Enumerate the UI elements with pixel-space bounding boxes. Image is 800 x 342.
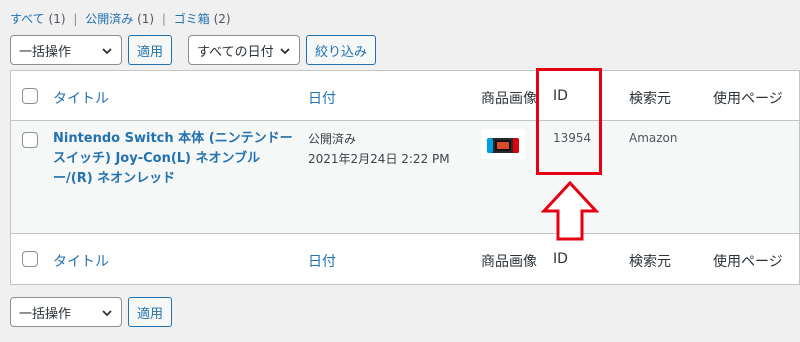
status-filter-links: すべて (1) | 公開済み (1) | ゴミ箱 (2) [10, 10, 231, 27]
column-used-page-header: 使用ページ [713, 91, 783, 107]
filter-trash-label: ゴミ箱 [173, 12, 210, 26]
row-checkbox[interactable] [22, 132, 38, 148]
select-all-checkbox[interactable] [22, 88, 38, 104]
column-source-header: 検索元 [629, 91, 671, 107]
filter-all-link[interactable]: すべて [10, 12, 45, 26]
column-source-footer: 検索元 [629, 254, 671, 270]
column-product-image-header: 商品画像 [481, 91, 537, 107]
chevron-down-icon [102, 310, 112, 317]
row-status: 公開済み [308, 132, 357, 146]
apply-button-top[interactable]: 適用 [128, 35, 172, 65]
row-title-link[interactable]: Nintendo Switch 本体 (ニンテンドースイッチ) Joy-Con(… [53, 129, 293, 189]
chevron-down-icon [280, 48, 290, 55]
date-filter-select-value: すべての日付 [197, 44, 274, 60]
row-date: 2021年2月24日 2:22 PM [308, 152, 450, 166]
table-header-row: タイトル 日付 商品画像 ID 検索元 使用ページ [11, 71, 799, 121]
filter-trash-link[interactable]: ゴミ箱 [174, 12, 210, 26]
column-title-header[interactable]: タイトル [53, 88, 109, 108]
column-id-footer: ID [553, 251, 568, 267]
bulk-action-select-bottom-value: 一括操作 [19, 306, 72, 322]
table-row: Nintendo Switch 本体 (ニンテンドースイッチ) Joy-Con(… [11, 121, 799, 233]
bulk-action-select-top-value: 一括操作 [19, 44, 72, 60]
row-date-cell: 公開済み 2021年2月24日 2:22 PM [308, 129, 450, 169]
filter-separator: | [73, 12, 78, 26]
chevron-down-icon [102, 48, 112, 55]
filter-separator: | [161, 12, 166, 26]
column-date-footer[interactable]: 日付 [308, 251, 336, 271]
bulk-action-select-top[interactable]: 一括操作 [10, 35, 122, 65]
bulk-action-select-bottom[interactable]: 一括操作 [10, 297, 122, 327]
column-used-page-footer: 使用ページ [713, 254, 783, 270]
select-all-checkbox-footer[interactable] [22, 251, 38, 267]
column-title-footer[interactable]: タイトル [53, 251, 109, 271]
filter-published-link[interactable]: 公開済み [85, 12, 133, 26]
up-arrow-icon [541, 180, 599, 241]
product-thumbnail-image [481, 129, 525, 159]
row-source-value: Amazon [629, 131, 678, 145]
filter-trash-count: (2) [213, 12, 231, 26]
filter-published-count: (1) [137, 12, 155, 26]
filter-all-count: (1) [48, 12, 66, 26]
filter-published-label: 公開済み [85, 12, 134, 26]
table-footer-row: タイトル 日付 商品画像 ID 検索元 使用ページ [11, 233, 799, 283]
column-product-image-footer: 商品画像 [481, 254, 537, 270]
filter-button[interactable]: 絞り込み [306, 35, 376, 65]
filter-all-label: すべて [10, 12, 45, 26]
id-column-highlight-box [536, 68, 602, 175]
apply-button-bottom[interactable]: 適用 [128, 297, 172, 327]
date-filter-select[interactable]: すべての日付 [188, 35, 300, 65]
posts-table: タイトル 日付 商品画像 ID 検索元 使用ページ Nintendo Switc… [10, 70, 800, 285]
column-date-header[interactable]: 日付 [308, 88, 336, 108]
